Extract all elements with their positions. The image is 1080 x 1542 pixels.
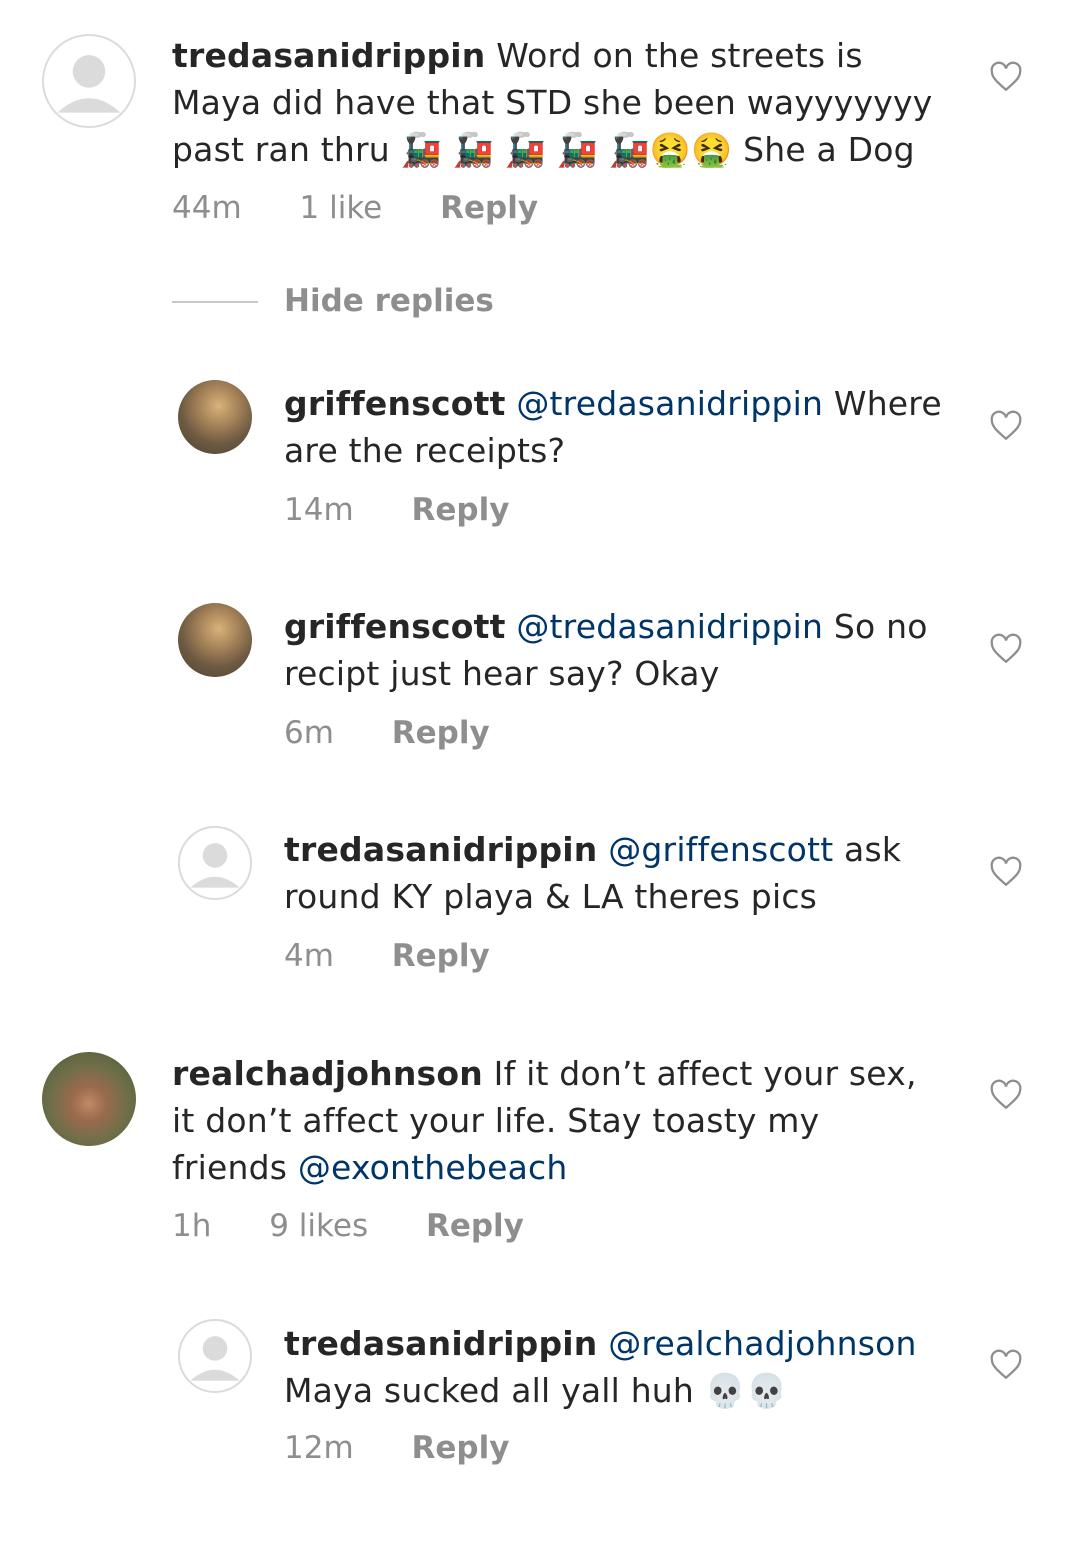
comment-body: realchadjohnson If it don’t affect your …: [172, 1050, 942, 1191]
like-count[interactable]: 1 like: [300, 190, 383, 226]
username-link[interactable]: tredasanidrippin: [284, 830, 598, 869]
comment-meta: 14m Reply: [284, 492, 557, 528]
reply-button[interactable]: Reply: [412, 1430, 510, 1466]
heart-outline-icon[interactable]: [989, 1348, 1023, 1382]
comment-time: 14m: [284, 492, 354, 528]
avatar[interactable]: [178, 603, 252, 677]
default-avatar-icon[interactable]: [178, 826, 252, 900]
comment-time: 12m: [284, 1430, 354, 1466]
mention-link[interactable]: @griffenscott: [608, 830, 833, 869]
mention-link[interactable]: @tredasanidrippin: [516, 607, 823, 646]
comment-text: Maya sucked all yall huh 💀💀: [284, 1371, 788, 1410]
comment-time: 1h: [172, 1208, 212, 1244]
hide-replies-button[interactable]: Hide replies: [172, 283, 572, 323]
comment-body: griffenscott @tredasanidrippin So no rec…: [284, 603, 944, 697]
heart-outline-icon[interactable]: [989, 409, 1023, 443]
reply-button[interactable]: Reply: [392, 715, 490, 751]
avatar[interactable]: [178, 380, 252, 454]
username-link[interactable]: griffenscott: [284, 384, 506, 423]
username-link[interactable]: tredasanidrippin: [172, 36, 486, 75]
like-count[interactable]: 9 likes: [269, 1208, 368, 1244]
heart-outline-icon[interactable]: [989, 60, 1023, 94]
heart-outline-icon[interactable]: [989, 855, 1023, 889]
comment-time: 6m: [284, 715, 334, 751]
comment-meta: 4m Reply: [284, 938, 538, 974]
comment-time: 44m: [172, 190, 242, 226]
username-link[interactable]: tredasanidrippin: [284, 1324, 598, 1363]
comment-body: tredasanidrippin Word on the streets is …: [172, 32, 942, 173]
comment-meta: 12m Reply: [284, 1430, 557, 1466]
mention-link[interactable]: @exonthebeach: [298, 1148, 568, 1187]
reply-button[interactable]: Reply: [440, 190, 538, 226]
default-avatar-icon[interactable]: [178, 1319, 252, 1393]
username-link[interactable]: griffenscott: [284, 607, 506, 646]
divider: [172, 301, 258, 303]
mention-link[interactable]: @realchadjohnson: [608, 1324, 916, 1363]
comment-meta: 6m Reply: [284, 715, 538, 751]
avatar[interactable]: [42, 1052, 136, 1146]
heart-outline-icon[interactable]: [989, 1078, 1023, 1112]
comment-body: tredasanidrippin @realchadjohnson Maya s…: [284, 1320, 944, 1414]
comment-meta: 44m 1 like Reply: [172, 190, 586, 226]
reply-button[interactable]: Reply: [392, 938, 490, 974]
heart-outline-icon[interactable]: [989, 632, 1023, 666]
comment-body: tredasanidrippin @griffenscott ask round…: [284, 826, 944, 920]
comment-meta: 1h 9 likes Reply: [172, 1208, 572, 1244]
reply-button[interactable]: Reply: [426, 1208, 524, 1244]
default-avatar-icon[interactable]: [42, 34, 136, 128]
comment-time: 4m: [284, 938, 334, 974]
hide-replies-label: Hide replies: [284, 283, 494, 319]
username-link[interactable]: realchadjohnson: [172, 1054, 483, 1093]
comment-body: griffenscott @tredasanidrippin Where are…: [284, 380, 944, 474]
mention-link[interactable]: @tredasanidrippin: [516, 384, 823, 423]
reply-button[interactable]: Reply: [412, 492, 510, 528]
